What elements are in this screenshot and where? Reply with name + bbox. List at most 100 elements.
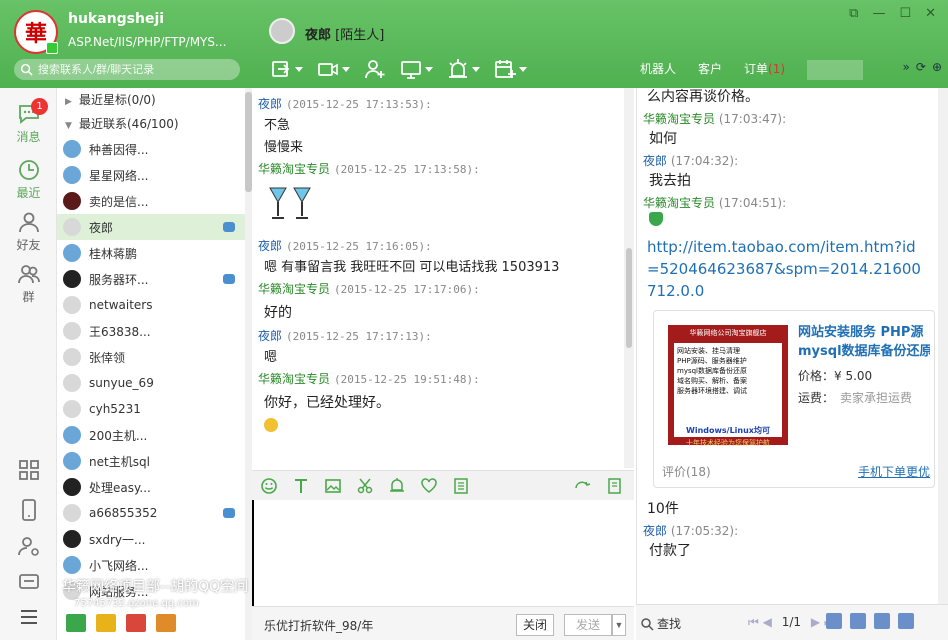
- font-icon[interactable]: [292, 477, 310, 495]
- nav-friends[interactable]: 好友: [0, 210, 57, 253]
- nav-recent[interactable]: 最近: [0, 158, 57, 201]
- app-icon-3[interactable]: [126, 614, 146, 632]
- chat-scroll-thumb[interactable]: [626, 248, 632, 348]
- send-button[interactable]: 发送: [564, 614, 612, 636]
- delete-icon[interactable]: [874, 613, 890, 629]
- user-avatar[interactable]: 華: [14, 10, 58, 54]
- remote-assist-button[interactable]: [398, 56, 435, 82]
- contact-list-scroll-thumb[interactable]: [245, 92, 252, 192]
- history-scrollbar[interactable]: [938, 88, 948, 604]
- contact-item[interactable]: 王63838...: [57, 318, 247, 344]
- export-icon[interactable]: [850, 613, 866, 629]
- alert-button[interactable]: [445, 56, 482, 82]
- mobile-order-link[interactable]: 手机下单更优: [858, 463, 930, 480]
- app-icon-2[interactable]: [96, 614, 116, 632]
- contact-item[interactable]: 桂林蒋鹏: [57, 240, 247, 266]
- sender-name[interactable]: 夜郎: [643, 524, 667, 538]
- shop-icon[interactable]: [156, 614, 176, 632]
- minimize-icon[interactable]: —: [872, 6, 885, 21]
- message-input[interactable]: [252, 500, 634, 606]
- contact-item[interactable]: 200主机...: [57, 422, 247, 448]
- screenshot-scissors-icon[interactable]: [356, 477, 374, 495]
- sender-name[interactable]: 华籁淘宝专员: [643, 196, 715, 210]
- search-input[interactable]: [14, 59, 240, 80]
- user-signature[interactable]: ASP.Net/IIS/PHP/FTP/MYS...: [68, 35, 226, 49]
- send-options-button[interactable]: ▼: [612, 614, 626, 636]
- nav-messages[interactable]: 消息: [0, 102, 57, 145]
- calendar-icon[interactable]: [826, 613, 842, 629]
- clock-icon: [18, 160, 39, 180]
- add-contact-button[interactable]: [362, 56, 388, 82]
- next-page-icon[interactable]: ▶: [811, 615, 820, 629]
- nav-friends-label: 好友: [16, 238, 41, 252]
- contact-item[interactable]: net主机sql: [57, 448, 247, 474]
- contact-item[interactable]: cyh5231: [57, 396, 247, 422]
- contact-item[interactable]: 服务器环...: [57, 266, 247, 292]
- refresh-icon[interactable]: ⟳: [916, 60, 926, 74]
- contact-item[interactable]: 种善因得...: [57, 136, 247, 162]
- product-title-line2[interactable]: mysql数据库备份还原: [798, 342, 930, 361]
- contact-avatar-icon: [63, 426, 81, 444]
- sender-name[interactable]: 夜郎: [258, 239, 282, 253]
- contact-item[interactable]: 卖的是信...: [57, 188, 247, 214]
- product-card[interactable]: 华籁网络公司淘宝旗舰店 网站安装、挂马清理 PHP源码、服务器维护 mysql数…: [653, 310, 935, 488]
- contact-avatar[interactable]: [269, 18, 295, 44]
- product-image[interactable]: 华籁网络公司淘宝旗舰店 网站安装、挂马清理 PHP源码、服务器维护 mysql数…: [668, 325, 788, 447]
- contact-item-selected[interactable]: 夜郎: [57, 214, 247, 240]
- tab-robot[interactable]: 机器人: [640, 60, 676, 78]
- pin-icon[interactable]: ⧉: [849, 6, 858, 21]
- group-starred[interactable]: ▶ 最近星标(0/0): [57, 88, 247, 112]
- sender-name[interactable]: 华籁淘宝专员: [643, 112, 715, 126]
- plugin-tab[interactable]: [807, 60, 864, 80]
- sender-name[interactable]: 华籁淘宝专员: [258, 162, 330, 176]
- contact-item[interactable]: 小飞网络...: [57, 552, 247, 578]
- nav-service[interactable]: [0, 570, 57, 596]
- image-icon[interactable]: [324, 477, 342, 495]
- tab-customer[interactable]: 客户: [698, 60, 722, 78]
- sender-name[interactable]: 华籁淘宝专员: [258, 372, 330, 386]
- history-search-button[interactable]: 查找: [640, 615, 681, 632]
- contact-item[interactable]: 处理easy...: [57, 474, 247, 500]
- contact-item[interactable]: 张倖领: [57, 344, 247, 370]
- add-plugin-icon[interactable]: ⊕: [932, 60, 942, 74]
- contact-item[interactable]: sunyue_69: [57, 370, 247, 396]
- maximize-icon[interactable]: ☐: [899, 6, 911, 21]
- user-name[interactable]: hukangsheji: [68, 11, 164, 27]
- nav-groups[interactable]: 群: [0, 262, 57, 305]
- more-tabs-icon[interactable]: »: [903, 60, 910, 74]
- tab-orders[interactable]: 订单(1): [744, 60, 785, 78]
- sender-name[interactable]: 夜郎: [643, 154, 667, 168]
- sender-name[interactable]: 华籁淘宝专员: [258, 282, 330, 296]
- sender-name[interactable]: 夜郎: [258, 97, 282, 111]
- contact-name[interactable]: 夜郎: [305, 28, 331, 43]
- nudge-icon[interactable]: [388, 477, 406, 495]
- nav-apps[interactable]: [0, 458, 57, 484]
- menu-icon[interactable]: [18, 606, 40, 628]
- first-page-icon[interactable]: ⏮: [748, 615, 759, 629]
- transfer-icon[interactable]: [574, 477, 592, 495]
- contact-item[interactable]: sxdry一...: [57, 526, 247, 552]
- cloud-icon[interactable]: [898, 613, 914, 629]
- close-button[interactable]: 关闭: [516, 614, 554, 636]
- heart-icon[interactable]: [420, 477, 438, 495]
- ad-link[interactable]: 乐优打折软件_98/年: [264, 617, 373, 634]
- product-link[interactable]: http://item.taobao.com/item.htm?id=52046…: [637, 236, 927, 302]
- app-icon-1[interactable]: [66, 614, 86, 632]
- sender-name[interactable]: 夜郎: [258, 329, 282, 343]
- contact-item[interactable]: 星星网络...: [57, 162, 247, 188]
- emoji-icon[interactable]: [260, 477, 278, 495]
- product-reviews[interactable]: 评价(18): [662, 463, 711, 480]
- nav-mobile[interactable]: [0, 498, 57, 524]
- send-file-button[interactable]: [268, 56, 305, 82]
- video-call-button[interactable]: [315, 56, 352, 82]
- product-title[interactable]: 网站安装服务 PHP源: [798, 323, 930, 342]
- group-recent[interactable]: ▼ 最近联系(46/100): [57, 112, 247, 136]
- nav-contacts-manage[interactable]: [0, 534, 57, 560]
- chat-record-icon[interactable]: [606, 477, 624, 495]
- contact-item[interactable]: a66855352: [57, 500, 247, 526]
- schedule-button[interactable]: [492, 56, 529, 82]
- contact-item[interactable]: netwaiters: [57, 292, 247, 318]
- close-icon[interactable]: ✕: [925, 6, 936, 21]
- prev-page-icon[interactable]: ◀: [763, 615, 772, 629]
- quick-phrase-icon[interactable]: [452, 477, 470, 495]
